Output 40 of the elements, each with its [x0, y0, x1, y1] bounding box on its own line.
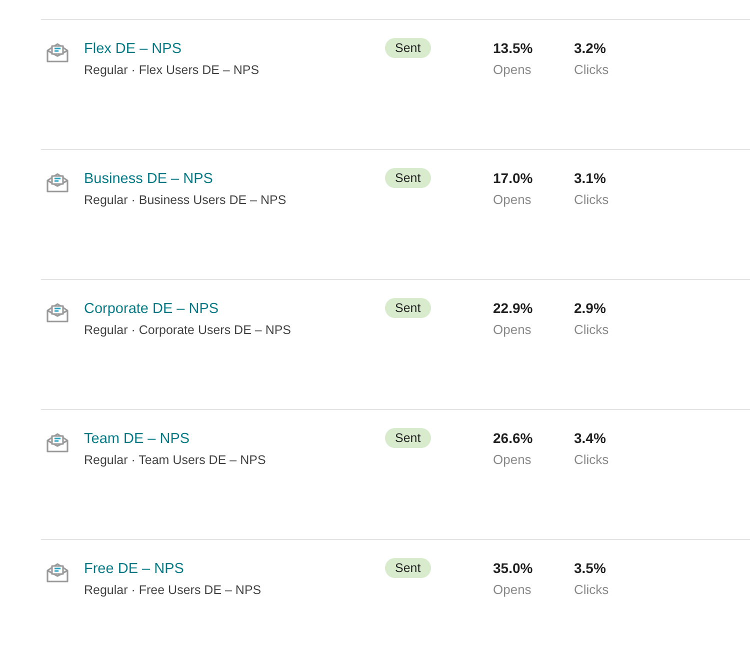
opens-rate: 26.6%: [493, 430, 533, 446]
campaign-title-link[interactable]: Corporate DE – NPS: [84, 301, 219, 317]
clicks-label: Clicks: [574, 192, 609, 207]
campaign-title-link[interactable]: Business DE – NPS: [84, 171, 213, 187]
status-badge: Sent: [385, 428, 431, 448]
envelope-icon: [46, 42, 69, 63]
envelope-icon: [46, 562, 69, 583]
campaign-subtitle: Regular · Flex Users DE – NPS: [84, 63, 260, 77]
campaign-subtitle: Regular · Corporate Users DE – NPS: [84, 323, 292, 337]
envelope-icon: [46, 302, 69, 323]
campaign-subtitle: Regular · Free Users DE – NPS: [84, 583, 262, 597]
opens-rate: 13.5%: [493, 40, 533, 56]
opens-label: Opens: [493, 322, 532, 337]
clicks-label: Clicks: [574, 62, 609, 77]
campaign-title-link[interactable]: Team DE – NPS: [84, 431, 190, 447]
clicks-rate: 3.1%: [574, 170, 606, 186]
opens-rate: 35.0%: [493, 560, 533, 576]
opens-label: Opens: [493, 452, 532, 467]
campaign-subtitle: Regular · Business Users DE – NPS: [84, 193, 286, 207]
status-badge: Sent: [385, 558, 431, 578]
opens-rate: 17.0%: [493, 170, 533, 186]
clicks-label: Clicks: [574, 582, 609, 597]
clicks-rate: 3.2%: [574, 40, 606, 56]
campaign-title-link[interactable]: Flex DE – NPS: [84, 41, 182, 57]
opens-label: Opens: [493, 582, 532, 597]
status-badge: Sent: [385, 168, 431, 188]
opens-label: Opens: [493, 192, 532, 207]
clicks-label: Clicks: [574, 322, 609, 337]
status-badge: Sent: [385, 38, 431, 58]
campaign-subtitle: Regular · Team Users DE – NPS: [84, 453, 266, 467]
status-badge: Sent: [385, 298, 431, 318]
opens-rate: 22.9%: [493, 300, 533, 316]
clicks-label: Clicks: [574, 452, 609, 467]
envelope-icon: [46, 172, 69, 193]
clicks-rate: 3.5%: [574, 560, 606, 576]
clicks-rate: 3.4%: [574, 430, 606, 446]
campaign-title-link[interactable]: Free DE – NPS: [84, 561, 184, 577]
opens-label: Opens: [493, 62, 532, 77]
clicks-rate: 2.9%: [574, 300, 606, 316]
envelope-icon: [46, 432, 69, 453]
